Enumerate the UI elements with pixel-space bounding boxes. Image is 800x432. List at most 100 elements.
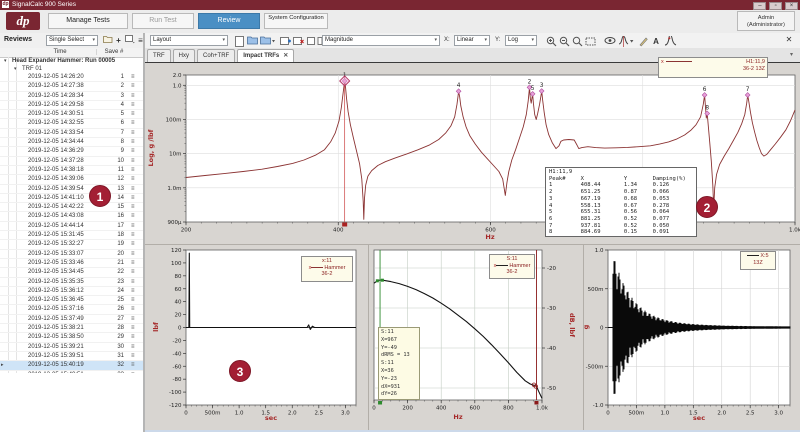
row-menu-icon[interactable]: ≡ (131, 175, 135, 183)
list-item[interactable]: 2019-12-05 14:43:0816≡ (0, 212, 143, 221)
open-folder-icon[interactable] (102, 35, 113, 46)
list-item[interactable]: 2019-12-05 14:38:1811≡ (0, 166, 143, 175)
list-item[interactable]: 2019-12-05 15:33:0720≡ (0, 250, 143, 259)
row-menu-icon[interactable]: ≡ (131, 278, 135, 286)
close-button[interactable]: × (785, 2, 798, 10)
list-item[interactable]: 2019-12-05 15:31:4518≡ (0, 231, 143, 240)
ringdown-legend[interactable]: X:5 13Z (740, 251, 776, 270)
row-menu-icon[interactable]: ≡ (131, 129, 135, 137)
row-menu-icon[interactable]: ≡ (131, 138, 135, 146)
row-menu-icon[interactable]: ≡ (131, 110, 135, 118)
row-menu-icon[interactable]: ≡ (131, 185, 135, 193)
list-item[interactable]: 2019-12-05 15:39:5131≡ (0, 352, 143, 361)
list-item[interactable]: 2019-12-05 14:33:547≡ (0, 129, 143, 138)
list-item[interactable]: 2019-12-05 14:39:0612≡ (0, 175, 143, 184)
list-item[interactable]: 2019-12-05 15:35:3523≡ (0, 278, 143, 287)
list-item[interactable]: 2019-12-05 15:39:2130≡ (0, 343, 143, 352)
list-item[interactable]: 2019-12-05 15:37:1626≡ (0, 305, 143, 314)
splitter-vertical[interactable] (583, 245, 584, 430)
row-menu-icon[interactable]: ≡ (131, 231, 135, 239)
window-icon[interactable] (124, 35, 135, 46)
y-scale-combo[interactable]: Log▾ (505, 35, 537, 46)
restore-button[interactable]: ▫ (769, 2, 782, 10)
list-item[interactable]: 2019-12-05 14:36:299≡ (0, 147, 143, 156)
list-item[interactable]: 2019-12-05 14:27:382≡ (0, 82, 143, 91)
preview-eye-icon[interactable] (603, 35, 615, 46)
list-item[interactable]: 2019-12-05 15:38:5029≡ (0, 333, 143, 342)
row-menu-icon[interactable]: ≡ (131, 222, 135, 230)
tab-review[interactable]: Review (198, 13, 260, 29)
chevron-down-icon[interactable]: ▾ (14, 65, 17, 73)
tab-system-configuration[interactable]: System Configuration (264, 13, 328, 29)
row-menu-icon[interactable]: ≡ (131, 305, 135, 313)
row-menu-icon[interactable]: ≡ (131, 92, 135, 100)
column-save[interactable]: Save # (96, 49, 131, 55)
tree-root-node[interactable]: ▾ Head Expander Hammer: Run 00005 (0, 57, 143, 65)
list-item[interactable]: 2019-12-05 14:41:1014≡ (0, 194, 143, 203)
row-menu-icon[interactable]: ≡ (131, 82, 135, 90)
list-item[interactable]: 2019-12-05 14:29:584≡ (0, 101, 143, 110)
list-item[interactable]: 2019-12-05 15:36:1224≡ (0, 287, 143, 296)
row-menu-icon[interactable]: ≡ (131, 361, 135, 369)
zoom-in-icon[interactable] (545, 35, 557, 46)
row-menu-icon[interactable]: ≡ (131, 315, 135, 323)
list-item[interactable]: 2019-12-05 14:44:1417≡ (0, 222, 143, 231)
cursor-trace-icon[interactable] (617, 35, 634, 46)
tab-coh-trf[interactable]: Coh+TRF (197, 49, 235, 63)
tab-run-test[interactable]: Run Test (132, 13, 194, 29)
row-menu-icon[interactable]: ≡ (131, 324, 135, 332)
admin-user-button[interactable]: Admin (Administrator) (737, 11, 795, 31)
open-layout-icon[interactable] (246, 35, 258, 46)
zoom-box-icon[interactable] (584, 35, 596, 46)
cursor-readout-box[interactable]: S:11X=967Y=-49dRMS = 13S:11X=36Y=-23dX=9… (378, 327, 420, 400)
zoom-fit-icon[interactable] (571, 35, 583, 46)
list-item[interactable]: 2019-12-05 14:39:5413≡ (0, 185, 143, 194)
list-item[interactable]: 2019-12-05 15:34:4522≡ (0, 268, 143, 277)
splitter-vertical[interactable] (368, 245, 369, 430)
frf-legend[interactable]: x H1:11,9 36-2 13Z (658, 57, 768, 78)
row-menu-icon[interactable]: ≡ (131, 352, 135, 360)
row-menu-icon[interactable]: ≡ (131, 268, 135, 276)
tab-hxy[interactable]: Hxy (173, 49, 195, 63)
spectrum-legend[interactable]: S:11 xHammer 36-2 (489, 254, 535, 279)
tab-trf[interactable]: TRF (147, 49, 171, 63)
row-menu-icon[interactable]: ≡ (131, 212, 135, 220)
row-menu-icon[interactable]: ≡ (131, 296, 135, 304)
list-item[interactable]: 2019-12-05 15:32:2719≡ (0, 240, 143, 249)
list-item[interactable]: 2019-12-05 14:26:201≡ (0, 73, 143, 82)
list-item[interactable]: 2019-12-05 14:42:2215≡ (0, 203, 143, 212)
row-menu-icon[interactable]: ≡ (131, 101, 135, 109)
list-item[interactable]: 2019-12-05 14:37:2810≡ (0, 157, 143, 166)
row-menu-icon[interactable]: ≡ (131, 73, 135, 81)
remove-window-icon[interactable] (292, 35, 304, 46)
chevron-down-icon[interactable]: ▾ (4, 57, 7, 65)
list-item[interactable]: 2019-12-05 14:32:556≡ (0, 119, 143, 128)
chevron-down-icon[interactable]: ▾ (790, 51, 793, 58)
tab-manage-tests[interactable]: Manage Tests (48, 13, 128, 29)
row-menu-icon[interactable]: ≡ (131, 194, 135, 202)
column-time[interactable]: Time (24, 49, 96, 55)
add-window-icon[interactable] (279, 35, 291, 46)
list-item[interactable]: 2019-12-05 15:40:5133≡ (0, 371, 143, 374)
row-menu-icon[interactable]: ≡ (131, 333, 135, 341)
row-menu-icon[interactable]: ≡ (131, 259, 135, 267)
row-menu-icon[interactable]: ≡ (131, 371, 135, 374)
add-icon[interactable]: + (113, 35, 124, 46)
row-menu-icon[interactable]: ≡ (131, 119, 135, 127)
peak-marker-icon[interactable] (663, 35, 675, 46)
list-item[interactable]: 2019-12-05 15:36:4525≡ (0, 296, 143, 305)
layout-folder-dropdown-icon[interactable] (259, 35, 275, 46)
annotate-pen-icon[interactable] (637, 35, 649, 46)
row-menu-icon[interactable]: ≡ (131, 157, 135, 165)
list-item[interactable]: 2019-12-05 15:37:4927≡ (0, 315, 143, 324)
layout-combo[interactable]: Layout▾ (150, 35, 228, 46)
tree-group-node[interactable]: ▾ TRF 01 (0, 65, 143, 73)
close-pane-icon[interactable]: ✕ (784, 35, 794, 44)
splitter-horizontal[interactable] (145, 244, 800, 245)
row-menu-icon[interactable]: ≡ (131, 287, 135, 295)
row-menu-icon[interactable]: ≡ (131, 250, 135, 258)
minimize-button[interactable]: – (753, 2, 766, 10)
close-tab-icon[interactable]: ✕ (283, 53, 288, 59)
row-menu-icon[interactable]: ≡ (131, 203, 135, 211)
function-combo[interactable]: Magnitude▾ (322, 35, 440, 46)
